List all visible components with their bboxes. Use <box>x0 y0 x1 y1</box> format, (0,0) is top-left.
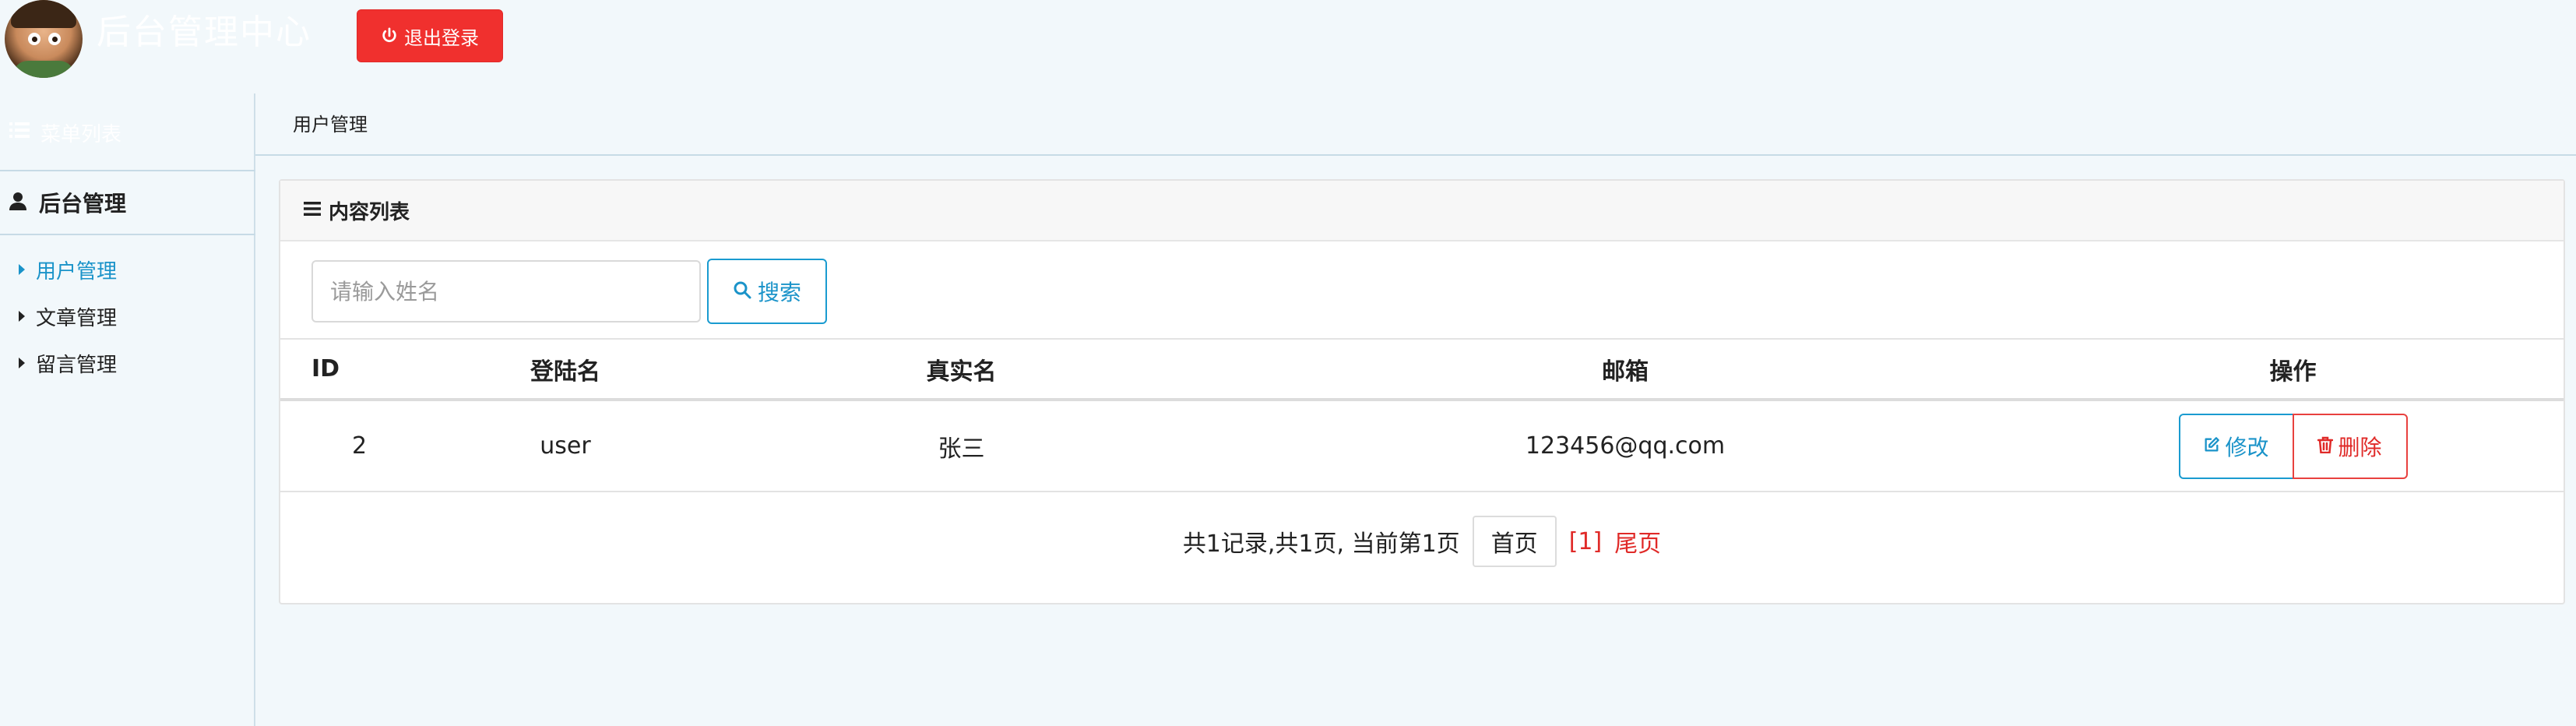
column-header-id: ID <box>280 338 436 401</box>
sidebar-item-message-management[interactable]: 留言管理 <box>0 340 255 386</box>
search-input[interactable] <box>311 260 701 322</box>
table-row: 2 user 张三 123456@qq.com 修改 删除 <box>280 400 2564 492</box>
pagination: 共1记录,共1页, 当前第1页 首页 [1] 尾页 <box>280 516 2564 567</box>
cell-actions: 修改 删除 <box>2022 400 2564 492</box>
column-header-login: 登陆名 <box>436 338 695 401</box>
sidebar: 菜单列表 后台管理 用户管理 文章管理 留言管理 <box>0 93 255 726</box>
sidebar-header-label: 菜单列表 <box>40 122 122 146</box>
edit-icon <box>2203 433 2220 459</box>
sidebar-item-user-management[interactable]: 用户管理 <box>0 246 255 293</box>
row-actions: 修改 删除 <box>2178 413 2408 479</box>
site-title: 后台管理中心 <box>97 12 311 52</box>
caret-right-icon <box>19 311 25 322</box>
search-row: 搜索 <box>311 259 827 324</box>
panel-title: 内容列表 <box>329 200 410 224</box>
edit-label: 修改 <box>2225 434 2269 460</box>
cell-login: user <box>436 400 695 492</box>
user-table: ID 登陆名 真实名 邮箱 操作 2 user 张三 123456@qq.com <box>280 338 2564 492</box>
logout-label: 退出登录 <box>404 26 479 49</box>
last-page-link[interactable]: 尾页 <box>1614 524 1661 559</box>
trash-icon <box>2317 433 2334 459</box>
sidebar-group-label: 后台管理 <box>39 191 127 217</box>
pagination-summary: 共1记录,共1页, 当前第1页 <box>1182 530 1460 558</box>
logout-button[interactable]: 退出登录 <box>357 9 503 62</box>
power-icon <box>381 27 398 44</box>
column-header-email: 邮箱 <box>1228 338 2022 401</box>
cell-realname: 张三 <box>695 400 1228 492</box>
search-label: 搜索 <box>757 280 801 305</box>
search-icon <box>733 279 751 305</box>
caret-right-icon <box>19 264 25 275</box>
column-header-actions: 操作 <box>2022 338 2564 401</box>
delete-button[interactable]: 删除 <box>2292 413 2408 479</box>
sidebar-item-label: 留言管理 <box>36 353 118 377</box>
current-page: [1] <box>1568 527 1603 555</box>
cell-email: 123456@qq.com <box>1228 400 2022 492</box>
sidebar-item-label: 文章管理 <box>36 306 118 330</box>
avatar <box>5 0 83 78</box>
edit-button[interactable]: 修改 <box>2178 413 2294 479</box>
top-header: 后台管理中心 退出登录 <box>0 0 2576 78</box>
bars-icon <box>304 199 321 222</box>
user-icon <box>9 190 26 216</box>
sidebar-menu: 用户管理 文章管理 留言管理 <box>0 246 255 386</box>
breadcrumb: 用户管理 <box>293 114 368 136</box>
cell-id: 2 <box>280 400 436 492</box>
sidebar-item-article-management[interactable]: 文章管理 <box>0 293 255 340</box>
column-header-realname: 真实名 <box>695 338 1228 401</box>
list-icon <box>9 121 30 144</box>
first-page-button[interactable]: 首页 <box>1472 516 1557 567</box>
table-header-row: ID 登陆名 真实名 邮箱 操作 <box>280 338 2564 401</box>
search-button[interactable]: 搜索 <box>707 259 827 324</box>
content-panel: 内容列表 搜索 ID 登陆名 真实名 邮箱 操作 <box>279 179 2565 604</box>
sidebar-item-label: 用户管理 <box>36 259 118 284</box>
caret-right-icon <box>19 358 25 368</box>
delete-label: 删除 <box>2338 434 2382 460</box>
sidebar-header: 菜单列表 <box>0 115 255 150</box>
sidebar-group-admin[interactable]: 后台管理 <box>0 171 255 235</box>
panel-heading: 内容列表 <box>280 181 2564 241</box>
content-divider <box>255 154 2576 156</box>
